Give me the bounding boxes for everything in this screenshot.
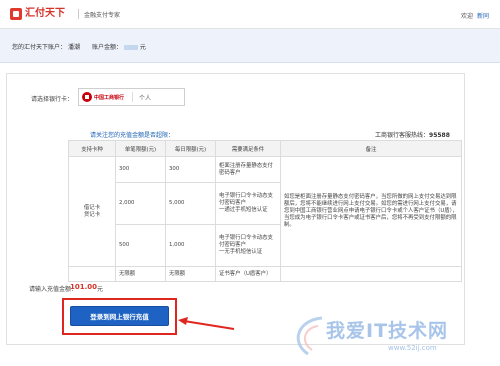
balance-value-masked — [123, 45, 138, 50]
table-row: 借记卡 贷记卡 300 300 柜面注册存量静态支付密码客户 如您是柜面注册存量… — [68, 156, 462, 267]
site-watermark: 我爱IT技术网 www.52ij.com — [288, 316, 488, 366]
condition-cell: 柜面注册存量静态支付密码客户 — [215, 156, 281, 183]
limits-table: 支持卡种 单笔限额(元) 每日限额(元) 需要满足条件 备注 借记卡 贷记卡 3… — [68, 140, 462, 282]
single-limit-cell: 300 — [115, 156, 166, 183]
watermark-url: www.52ij.com — [388, 344, 437, 352]
limit-notice: 请关注您的充值金额是否超限： — [90, 132, 175, 139]
amount-value: 101.00 — [70, 283, 98, 291]
account-info-bar: 您的汇付天下账户： 潘潮 账户金额： 元 — [0, 29, 500, 63]
brand-mark-icon — [10, 8, 22, 20]
bank-select-label: 请选择银行卡： — [31, 96, 74, 103]
account-value: 潘潮 — [67, 44, 80, 51]
condition-cell: 电子银行口令卡动态支付密码客户 一通过手机短信认证 — [215, 182, 281, 225]
icbc-logo: 中国工商银行 — [82, 92, 128, 102]
daily-limit-cell: 5,000 — [165, 182, 216, 225]
remark-empty-cell — [280, 266, 462, 282]
single-limit-cell: 500 — [115, 224, 166, 267]
balance-unit: 元 — [139, 44, 146, 51]
col-header-remark: 备注 — [280, 140, 462, 157]
watermark-title: 我爱IT技术网 — [326, 320, 449, 342]
balance-label: 账户金额： — [92, 44, 123, 51]
condition-cell: 电子银行口令卡动态支付密码客户 一无手机短信认证 — [215, 224, 281, 267]
table-row: 无限额 无限额 证书客户（U盾客户） — [68, 266, 462, 282]
hotline-label: 工商银行客服热线： — [375, 132, 430, 139]
card-types-cell: 借记卡 贷记卡 — [68, 156, 116, 267]
col-header-card: 支持卡种 — [68, 140, 116, 157]
condition-cell: 证书客户（U盾客户） — [215, 266, 281, 282]
icbc-emblem-icon — [82, 92, 92, 102]
account-name-row: 您的汇付天下账户： 潘潮 — [12, 42, 80, 51]
bank-selector[interactable]: 中国工商银行 个人 — [78, 88, 185, 106]
login-bank-recharge-button[interactable]: 登录到网上银行充值 — [70, 306, 169, 326]
daily-limit-cell: 无限额 — [165, 266, 216, 282]
user-link[interactable]: 新同 — [477, 13, 489, 20]
single-limit-cell: 2,000 — [115, 182, 166, 225]
brand-name: 汇付天下 — [25, 8, 65, 19]
col-header-condition: 需要满足条件 — [215, 140, 281, 157]
single-limit-cell: 无限额 — [115, 266, 166, 282]
annotation-arrow-icon — [178, 317, 235, 330]
bank-name: 中国工商银行 — [94, 95, 125, 101]
card-type-empty-cell — [68, 266, 116, 282]
brand-logo[interactable]: 汇付天下 — [10, 8, 72, 21]
welcome-text: 欢迎 — [461, 13, 474, 20]
bank-selector-divider — [132, 92, 133, 102]
hotline-number: 95588 — [429, 132, 450, 139]
service-hotline: 工商银行客服热线：95588 — [375, 130, 450, 139]
remark-cell: 如您是柜面注册存量静态支付密码客户，当您所做的网上支付交易达到限额后，您将不能继… — [280, 156, 462, 267]
card-type-label: 个人 — [139, 95, 152, 102]
watermark-swirl-icon — [296, 316, 323, 356]
brand-tagline: 金融支付专家 — [84, 12, 121, 19]
col-header-daily: 每日限额(元) — [165, 140, 216, 157]
amount-unit: 元 — [97, 286, 104, 293]
header-divider — [78, 9, 79, 19]
table-header-row: 支持卡种 单笔限额(元) 每日限额(元) 需要满足条件 备注 — [68, 140, 462, 157]
daily-limit-cell: 300 — [165, 156, 216, 183]
top-header: 汇付天下 金融支付专家 欢迎 新同 — [0, 0, 500, 29]
daily-limit-cell: 1,000 — [165, 224, 216, 267]
account-label: 您的汇付天下账户： — [12, 44, 67, 51]
account-balance-row: 账户金额： 元 — [92, 42, 146, 51]
user-greeting: 欢迎 新同 — [461, 11, 489, 20]
col-header-single: 单笔限额(元) — [115, 140, 166, 157]
